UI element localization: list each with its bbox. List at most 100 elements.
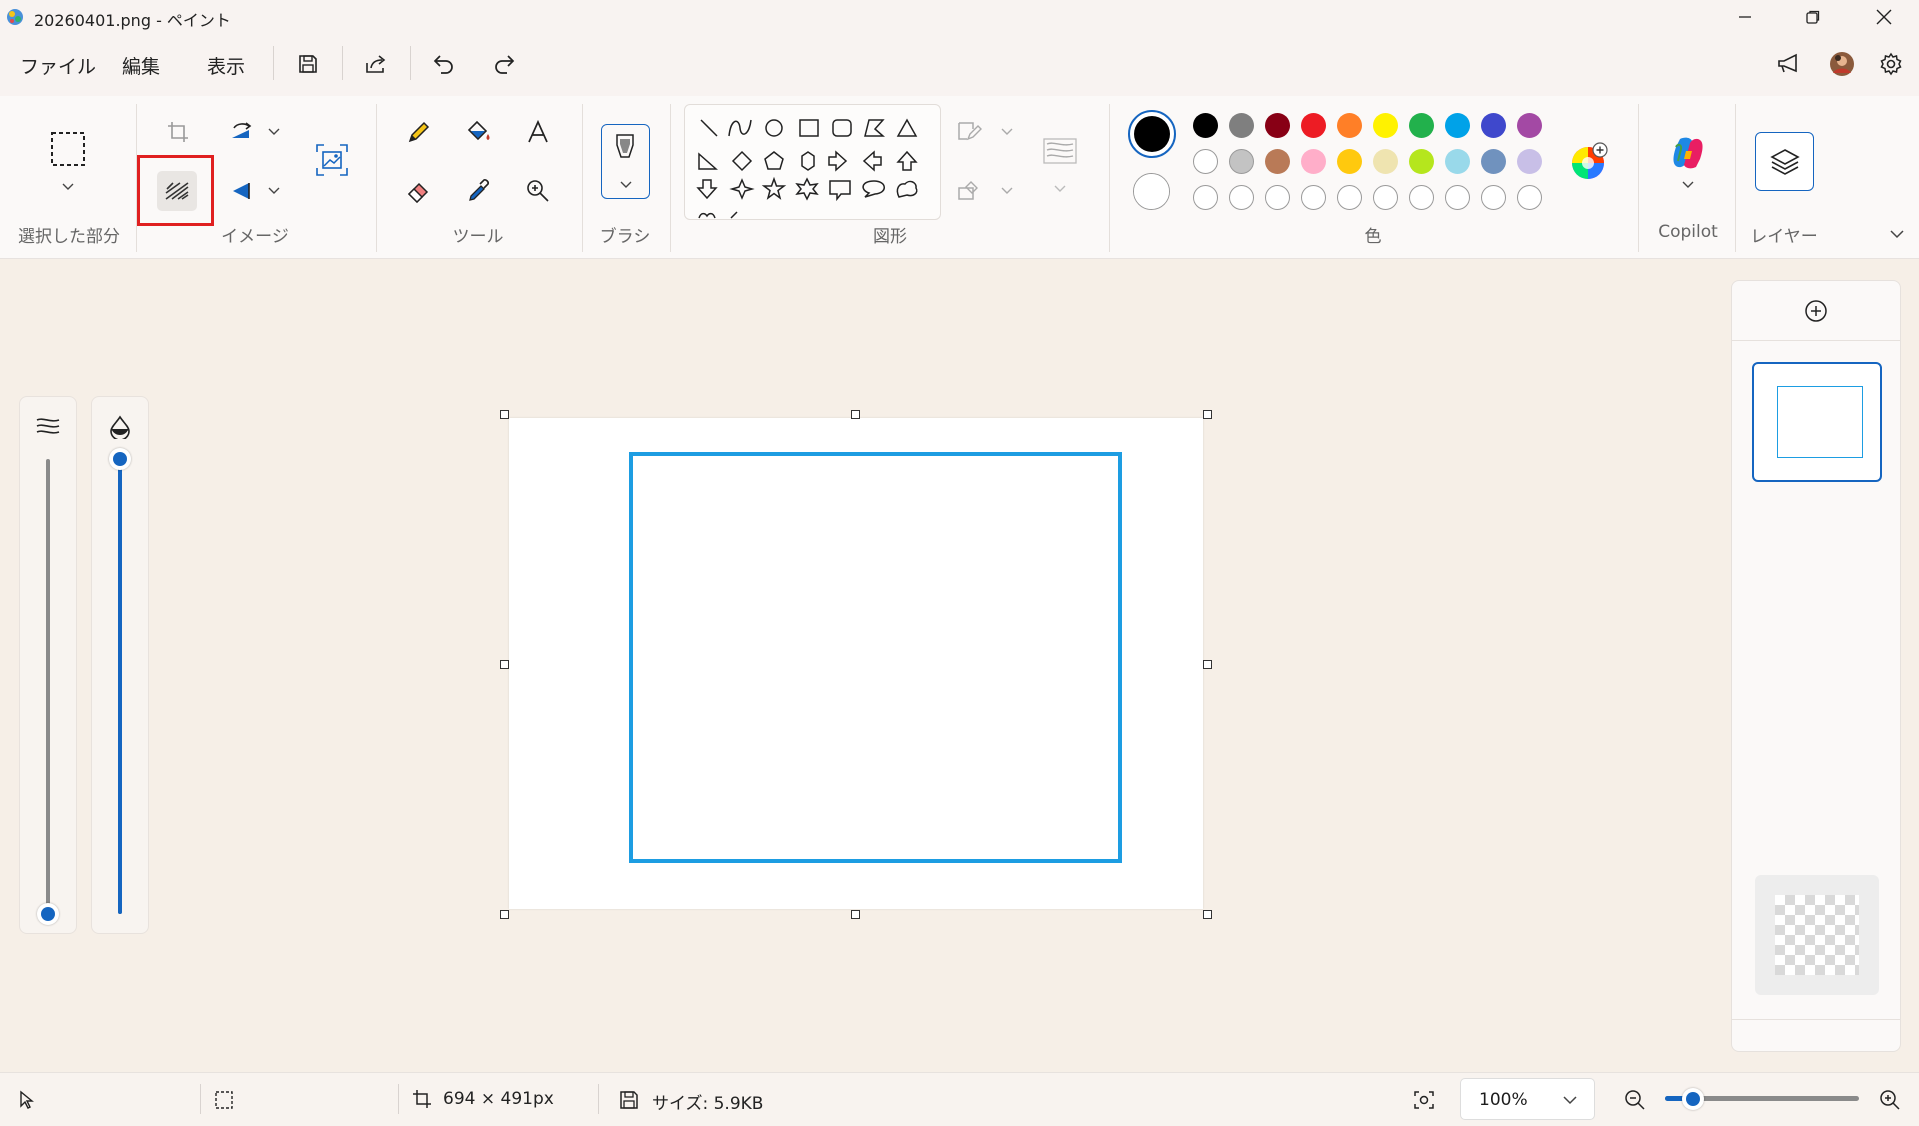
- flip-dropdown[interactable]: [265, 182, 283, 200]
- select-tool-button[interactable]: [47, 128, 89, 170]
- restore-button[interactable]: [1778, 0, 1848, 34]
- select-dropdown[interactable]: [59, 178, 77, 196]
- menu-view[interactable]: 表示: [207, 52, 245, 79]
- custom-color-slot[interactable]: [1409, 185, 1434, 210]
- copilot-button[interactable]: [1665, 130, 1711, 176]
- color-picker-button[interactable]: [459, 171, 499, 211]
- zoom-out-button[interactable]: [1621, 1086, 1649, 1114]
- menu-edit[interactable]: 編集: [122, 52, 160, 79]
- custom-color-slot[interactable]: [1481, 185, 1506, 210]
- layer-thumbnail-background[interactable]: [1755, 875, 1879, 995]
- brush-button[interactable]: [601, 124, 650, 199]
- palette-swatch[interactable]: [1373, 149, 1398, 174]
- resize-dropdown[interactable]: [265, 123, 283, 141]
- account-button[interactable]: [1822, 44, 1862, 84]
- copilot-dropdown[interactable]: [1679, 176, 1697, 194]
- outline-dropdown[interactable]: [998, 123, 1016, 141]
- stroke-size-dropdown[interactable]: [1051, 180, 1069, 198]
- palette-swatch[interactable]: [1337, 113, 1362, 138]
- palette-swatch[interactable]: [1517, 149, 1542, 174]
- drawing-canvas[interactable]: [509, 418, 1203, 909]
- resize-handle-top-left[interactable]: [500, 410, 509, 419]
- pencil-button[interactable]: [399, 112, 439, 152]
- palette-swatch[interactable]: [1193, 113, 1218, 138]
- save-button[interactable]: [288, 44, 328, 84]
- menu-file[interactable]: ファイル: [20, 52, 96, 79]
- palette-swatch[interactable]: [1481, 149, 1506, 174]
- stroke-size-button[interactable]: [1040, 133, 1080, 169]
- settings-button[interactable]: [1871, 44, 1911, 84]
- size-slider-thumb[interactable]: [37, 903, 59, 925]
- undo-button[interactable]: [424, 44, 464, 84]
- palette-swatch[interactable]: [1409, 149, 1434, 174]
- layers-button[interactable]: [1755, 132, 1814, 191]
- palette-swatch[interactable]: [1301, 149, 1326, 174]
- ribbon-separator: [1735, 104, 1736, 252]
- custom-color-slot[interactable]: [1265, 185, 1290, 210]
- size-slider-track[interactable]: [46, 459, 50, 914]
- status-separator: [598, 1084, 599, 1114]
- custom-color-slot[interactable]: [1301, 185, 1326, 210]
- resize-button[interactable]: [222, 112, 262, 152]
- palette-swatch[interactable]: [1445, 149, 1470, 174]
- image-generator-button[interactable]: [312, 140, 352, 180]
- add-layer-button[interactable]: [1732, 281, 1900, 341]
- text-button[interactable]: [518, 112, 558, 152]
- palette-swatch[interactable]: [1301, 113, 1326, 138]
- resize-handle-right[interactable]: [1203, 660, 1212, 669]
- zoom-in-button[interactable]: [1876, 1086, 1904, 1114]
- minimize-button[interactable]: [1710, 0, 1780, 34]
- background-removal-button[interactable]: [157, 171, 197, 211]
- edit-colors-button[interactable]: [1567, 141, 1609, 183]
- share-button[interactable]: [356, 44, 396, 84]
- zoom-select[interactable]: 100%: [1460, 1078, 1595, 1120]
- fill-button[interactable]: [459, 112, 499, 152]
- resize-handle-top-right[interactable]: [1203, 410, 1212, 419]
- outline-button[interactable]: [952, 113, 986, 149]
- opacity-slider-thumb[interactable]: [109, 448, 131, 470]
- shape-fill-button[interactable]: [952, 173, 986, 209]
- eraser-button[interactable]: [399, 171, 439, 211]
- custom-color-slot[interactable]: [1445, 185, 1470, 210]
- palette-swatch[interactable]: [1481, 113, 1506, 138]
- custom-color-slot[interactable]: [1373, 185, 1398, 210]
- zoom-slider-thumb[interactable]: [1682, 1088, 1704, 1110]
- chevron-down-icon: [1001, 187, 1013, 194]
- pencil-icon: [408, 121, 430, 143]
- palette-swatch[interactable]: [1265, 149, 1290, 174]
- palette-swatch[interactable]: [1517, 113, 1542, 138]
- close-icon: [1876, 9, 1892, 25]
- custom-color-slot[interactable]: [1517, 185, 1542, 210]
- palette-swatch[interactable]: [1193, 149, 1218, 174]
- ribbon-collapse-button[interactable]: [1888, 225, 1906, 243]
- custom-color-slot[interactable]: [1193, 185, 1218, 210]
- custom-color-slot[interactable]: [1229, 185, 1254, 210]
- close-button[interactable]: [1849, 0, 1919, 34]
- palette-swatch[interactable]: [1445, 113, 1470, 138]
- rounded-rectangle-shape: [832, 119, 852, 137]
- status-separator: [200, 1084, 201, 1114]
- palette-swatch[interactable]: [1337, 149, 1362, 174]
- flip-button[interactable]: [222, 171, 262, 211]
- resize-handle-top[interactable]: [851, 410, 860, 419]
- layer-thumbnail-active[interactable]: [1752, 362, 1882, 482]
- secondary-color-button[interactable]: [1133, 173, 1170, 210]
- magnifier-button[interactable]: [518, 171, 558, 211]
- feedback-button[interactable]: [1769, 44, 1809, 84]
- resize-handle-bottom-left[interactable]: [500, 910, 509, 919]
- custom-color-slot[interactable]: [1337, 185, 1362, 210]
- palette-swatch[interactable]: [1229, 149, 1254, 174]
- shape-fill-dropdown[interactable]: [998, 182, 1016, 200]
- resize-handle-left[interactable]: [500, 660, 509, 669]
- palette-swatch[interactable]: [1265, 113, 1290, 138]
- resize-handle-bottom-right[interactable]: [1203, 910, 1212, 919]
- palette-swatch[interactable]: [1229, 113, 1254, 138]
- palette-swatch[interactable]: [1373, 113, 1398, 138]
- rectangle-shape: [799, 119, 819, 137]
- primary-color-button[interactable]: [1128, 110, 1176, 158]
- fit-to-window-button[interactable]: [1410, 1086, 1438, 1114]
- redo-button[interactable]: [484, 44, 524, 84]
- palette-swatch[interactable]: [1409, 113, 1434, 138]
- crop-button[interactable]: [158, 112, 198, 152]
- resize-handle-bottom[interactable]: [851, 910, 860, 919]
